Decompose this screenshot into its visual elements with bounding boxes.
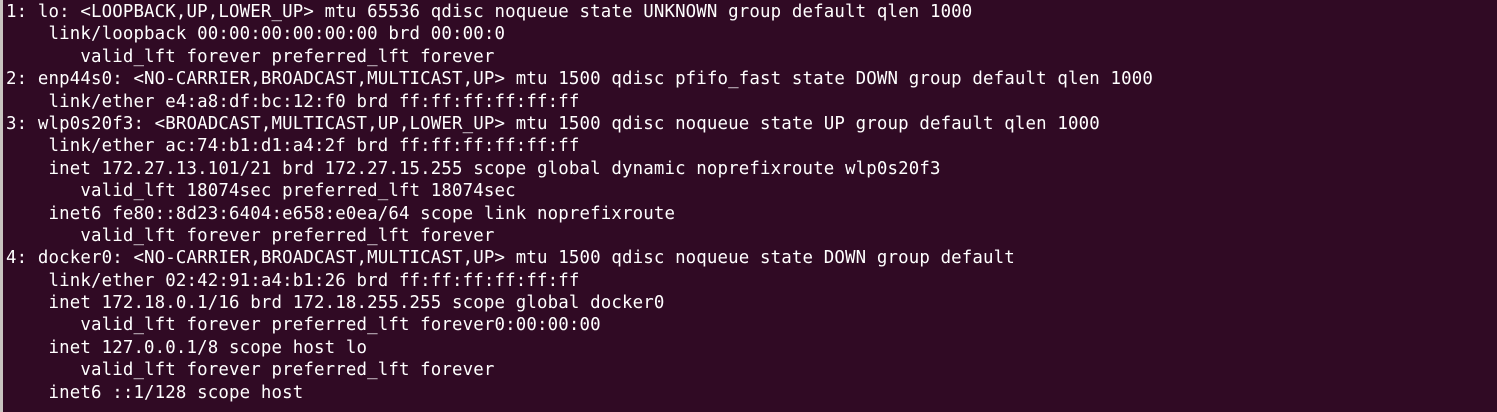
output-line: link/loopback 00:00:00:00:00:00 brd 00:0… bbox=[6, 24, 506, 45]
output-line: 4: docker0: <NO-CARRIER,BROADCAST,MULTIC… bbox=[6, 248, 1015, 269]
window-left-border bbox=[0, 0, 3, 412]
terminal-output: 1: lo: <LOOPBACK,UP,LOWER_UP> mtu 65536 … bbox=[6, 1, 1153, 404]
output-line: inet 127.0.0.1/8 scope host lo bbox=[6, 337, 368, 358]
output-line: valid_lft forever preferred_lft forever bbox=[6, 46, 495, 67]
output-line: inet 172.18.0.1/16 brd 172.18.255.255 sc… bbox=[6, 293, 665, 314]
output-line: valid_lft forever preferred_lft forever0… bbox=[6, 315, 601, 336]
output-line: link/ether 02:42:91:a4:b1:26 brd ff:ff:f… bbox=[6, 270, 580, 291]
output-line: link/ether ac:74:b1:d1:a4:2f brd ff:ff:f… bbox=[6, 136, 580, 157]
output-line: inet 172.27.13.101/21 brd 172.27.15.255 … bbox=[6, 158, 941, 179]
output-line: valid_lft forever preferred_lft forever bbox=[6, 225, 495, 246]
output-line: inet6 fe80::8d23:6404:e658:e0ea/64 scope… bbox=[6, 203, 676, 224]
output-line: inet6 ::1/128 scope host bbox=[6, 382, 304, 403]
output-line: valid_lft 18074sec preferred_lft 18074se… bbox=[6, 181, 516, 202]
output-line: link/ether e4:a8:df:bc:12:f0 brd ff:ff:f… bbox=[6, 91, 580, 112]
terminal-window[interactable]: 1: lo: <LOOPBACK,UP,LOWER_UP> mtu 65536 … bbox=[0, 0, 1497, 412]
output-line: 1: lo: <LOOPBACK,UP,LOWER_UP> mtu 65536 … bbox=[6, 2, 973, 22]
output-line: 2: enp44s0: <NO-CARRIER,BROADCAST,MULTIC… bbox=[6, 69, 1153, 90]
output-line: valid_lft forever preferred_lft forever bbox=[6, 360, 495, 381]
output-line: 3: wlp0s20f3: <BROADCAST,MULTICAST,UP,LO… bbox=[6, 113, 1100, 134]
